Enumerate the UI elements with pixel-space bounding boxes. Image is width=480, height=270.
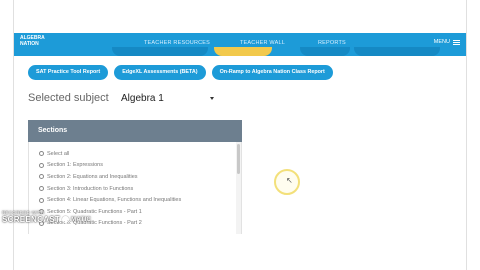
section-option-label: Section 2: Equations and Inequalities [47,173,138,180]
section-option-label: Section 3: Introduction to Functions [47,185,134,192]
subject-select[interactable]: Algebra 1 [117,91,217,106]
sections-scrollbar-thumb[interactable] [237,144,240,174]
section-option-label: Select all [47,150,70,157]
hamburger-icon [453,39,460,45]
subject-select-value: Algebra 1 [121,93,164,104]
screencast-watermark: RECORDED WITH SCREENCAST MATIC [2,210,91,224]
sections-scrollbar[interactable] [236,142,241,234]
section-option[interactable]: Section 3: Introduction to Functions [39,183,181,195]
nav-reports[interactable]: REPORTS [318,40,346,46]
report-buttons-row: SAT Practice Tool Report EdgeXL Assessme… [28,65,333,80]
right-pillarbox [466,0,480,270]
radio-icon [39,162,44,168]
caret-down-icon [210,97,214,100]
radio-icon [39,186,44,192]
screen: ALGEBRA NATION TEACHER RESOURCES TEACHER… [0,0,480,270]
radio-icon [39,151,44,157]
radio-icon [39,197,44,203]
selected-subject-label: Selected subject [28,92,109,104]
watermark-matic: MATIC [71,216,92,223]
nav-teacher-wall[interactable]: TEACHER WALL [240,40,285,46]
watermark-brand: SCREENCAST MATIC [2,215,91,224]
tab-pill-active[interactable] [214,47,272,56]
mouse-pointer-icon: ↖ [286,176,293,185]
tab-pill-teacher-resources[interactable] [112,47,208,56]
page-bottom-area [14,234,466,270]
tab-pill-extra[interactable] [354,47,440,56]
section-option[interactable]: Section 4: Linear Equations, Functions a… [39,194,181,206]
section-option-label: Section 1: Expressions [47,162,103,169]
nav-teacher-resources[interactable]: TEACHER RESOURCES [144,40,210,46]
section-option-select-all[interactable]: Select all [39,148,181,160]
algebra-nation-logo[interactable]: ALGEBRA NATION [20,35,48,54]
sat-practice-report-button[interactable]: SAT Practice Tool Report [28,65,109,80]
section-option[interactable]: Section 1: Expressions [39,160,181,172]
watermark-screencast: SCREENCAST [2,215,61,224]
left-pillarbox [0,0,14,270]
tab-pill-reports[interactable] [300,47,350,56]
sections-header: Sections [28,120,242,142]
menu-button[interactable]: MENU [434,39,460,45]
edgexl-assessments-button[interactable]: EdgeXL Assessments (BETA) [114,65,206,80]
radio-icon [39,174,44,180]
section-option[interactable]: Section 2: Equations and Inequalities [39,171,181,183]
menu-label: MENU [433,39,450,45]
section-option-label: Section 4: Linear Equations, Functions a… [47,197,182,204]
on-ramp-report-button[interactable]: On-Ramp to Algebra Nation Class Report [211,65,333,80]
screencast-logo-icon [62,216,70,223]
